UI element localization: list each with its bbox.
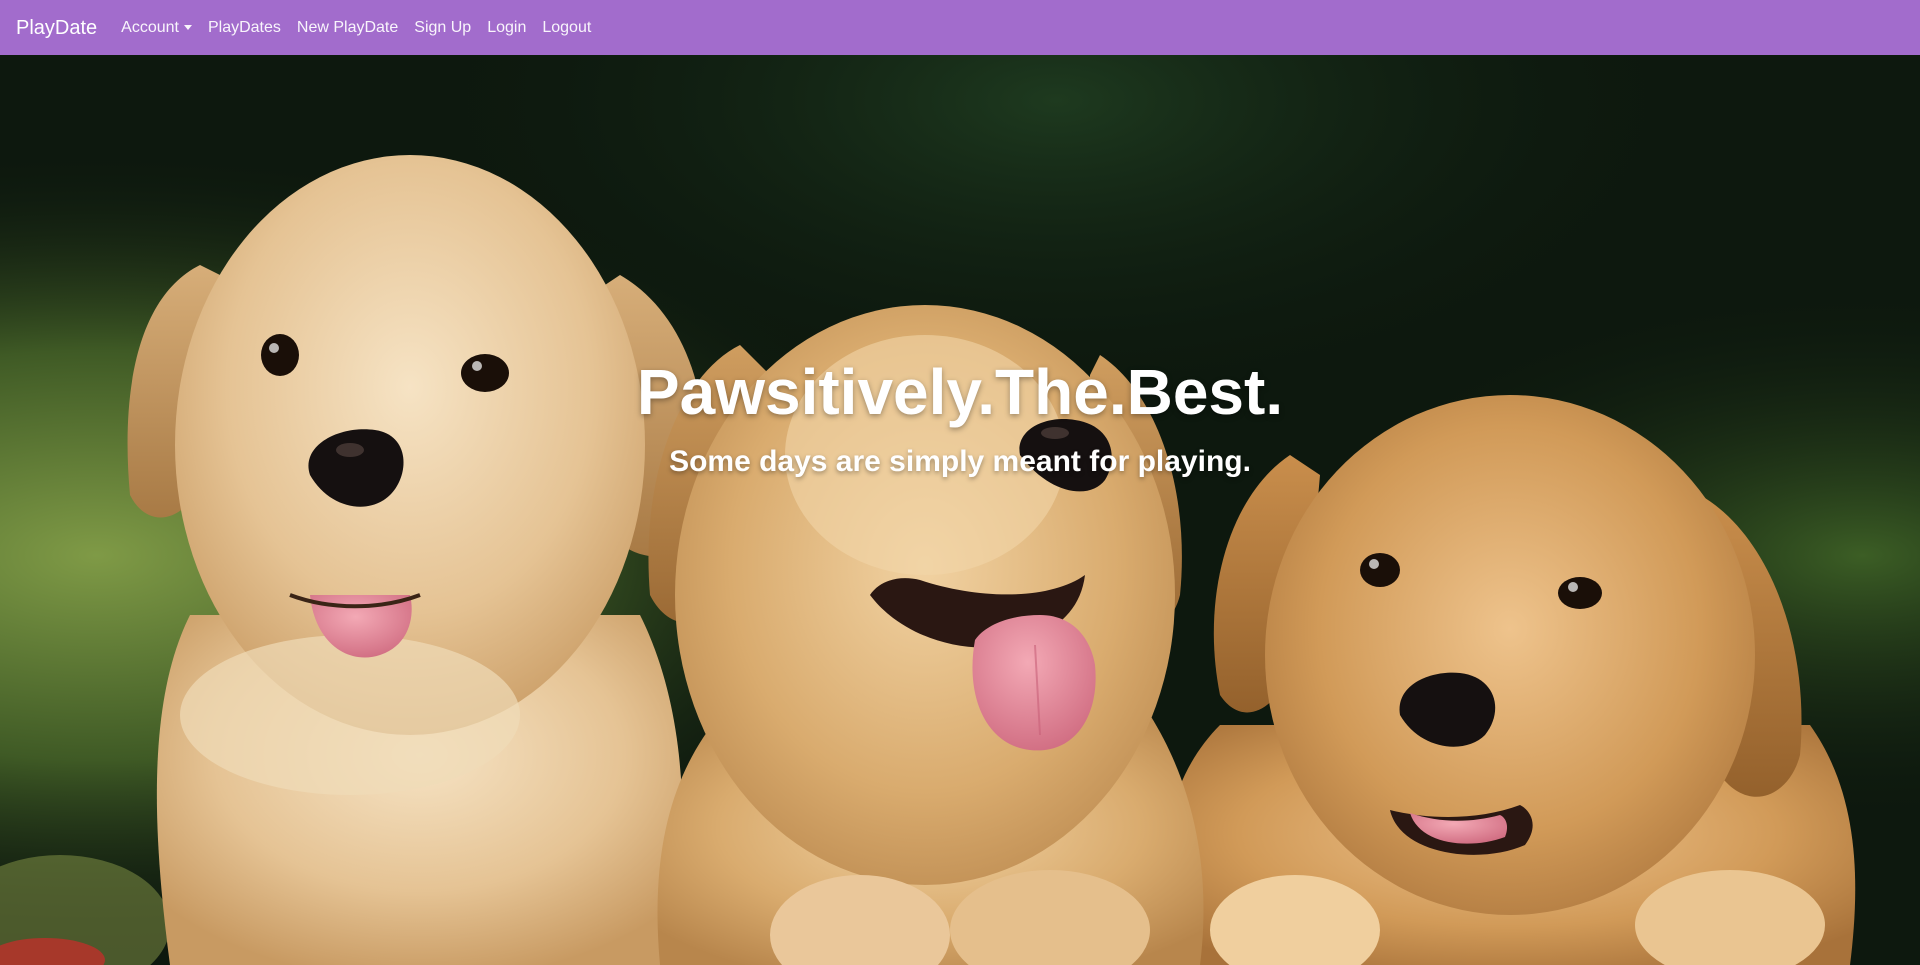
account-dropdown[interactable]: Account xyxy=(121,19,192,37)
nav-logout-link[interactable]: Logout xyxy=(542,19,591,37)
top-navbar: PlayDate Account PlayDates New PlayDate … xyxy=(0,0,1920,55)
hero-section: Pawsitively.The.Best. Some days are simp… xyxy=(0,55,1920,965)
caret-down-icon xyxy=(183,25,192,30)
nav-login-link[interactable]: Login xyxy=(487,19,526,37)
hero-subtitle: Some days are simply meant for playing. xyxy=(669,445,1251,478)
nav-playdates-link[interactable]: PlayDates xyxy=(208,19,281,37)
nav-new-playdate-link[interactable]: New PlayDate xyxy=(297,19,398,37)
account-dropdown-label: Account xyxy=(121,18,179,36)
brand-link[interactable]: PlayDate xyxy=(16,17,97,40)
nav-signup-link[interactable]: Sign Up xyxy=(414,19,471,37)
hero-title: Pawsitively.The.Best. xyxy=(636,356,1284,428)
puppies-hero-image xyxy=(0,55,1920,965)
